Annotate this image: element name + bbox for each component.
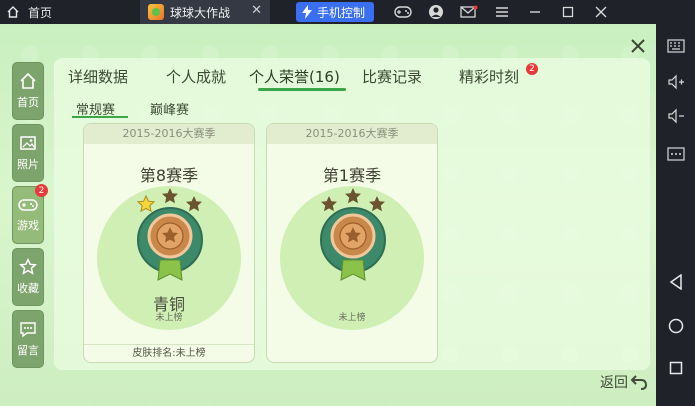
honor-card[interactable]: 2015-2016大赛季 第1赛季 未上榜: [266, 123, 438, 363]
user-icon: [428, 5, 443, 19]
card-header: 2015-2016大赛季: [84, 124, 254, 144]
card-skin-rank: 皮肤排名:未上榜: [84, 344, 254, 362]
maximize-button[interactable]: [551, 0, 584, 24]
home-icon: [20, 72, 36, 89]
nav-games[interactable]: 游戏 2: [12, 184, 48, 244]
tab-honors[interactable]: 个人荣誉(16): [249, 66, 340, 87]
keyboard-button[interactable]: [664, 34, 688, 58]
tab-close-icon[interactable]: ✕: [251, 3, 262, 18]
photo-icon: [20, 136, 36, 150]
card-season: 第1赛季: [322, 166, 382, 185]
card-season: 第8赛季: [139, 166, 199, 185]
bronze-medal-icon: [136, 188, 203, 281]
volume-down-icon: [668, 108, 684, 124]
recents-nav-button[interactable]: [664, 356, 688, 380]
phone-control-label: 手机控制: [317, 5, 366, 20]
home-tab[interactable]: 首页: [6, 0, 52, 24]
app-icon: [148, 4, 164, 20]
star-dim-icon: [369, 196, 385, 212]
back-label: 返回: [600, 375, 628, 391]
nav-favorites[interactable]: 收藏: [12, 248, 44, 306]
close-icon: [595, 6, 606, 18]
honor-card[interactable]: 2015-2016大赛季 第8赛季 青铜 未上榜 皮肤排名:未上榜: [83, 123, 255, 363]
back-button[interactable]: 返回: [600, 372, 648, 392]
star-icon: [19, 258, 37, 275]
more-button[interactable]: [664, 142, 688, 166]
card-status: 未上榜: [155, 313, 183, 323]
star-dim-icon: [321, 196, 337, 212]
nav-messages[interactable]: 留言: [12, 310, 44, 368]
keyboard-icon: [667, 39, 685, 53]
home-circle-icon: [668, 318, 684, 334]
panel-close-icon[interactable]: [628, 36, 648, 56]
nav-home[interactable]: 首页: [12, 62, 44, 120]
mail-button[interactable]: [452, 0, 485, 24]
game-screen: 首页 照片 游戏 2 收藏 留言 详细数据 个人成就 个人荣誉(16) 比赛记录…: [0, 24, 656, 406]
maximize-icon: [562, 6, 573, 18]
nav-games-label: 游戏: [17, 219, 39, 232]
star-lit-icon: [136, 194, 156, 213]
gamepad-button[interactable]: [386, 0, 419, 24]
back-nav-button[interactable]: [664, 270, 688, 294]
bronze-medal-icon: [320, 188, 386, 281]
mail-icon: [459, 5, 477, 18]
home-icon: [7, 6, 19, 18]
minimize-icon: [529, 11, 540, 13]
gamepad-icon: [18, 199, 38, 211]
tab-highlights[interactable]: 精彩时刻: [459, 66, 519, 87]
emulator-titlebar: 首页 球球大作战 ✕ 手机控制: [0, 0, 695, 24]
lightning-icon: [302, 5, 312, 19]
return-arrow-icon: [630, 375, 648, 390]
nav-photos[interactable]: 照片: [12, 124, 44, 182]
tab-match-records[interactable]: 比赛记录: [362, 66, 422, 87]
volume-up-icon: [668, 74, 684, 90]
app-tab-title: 球球大作战: [170, 5, 231, 20]
menu-icon: [495, 7, 508, 17]
tab-detailed-data[interactable]: 详细数据: [68, 66, 128, 87]
star-dim-icon: [345, 188, 361, 204]
active-tab-indicator: [258, 88, 346, 91]
more-icon: [667, 147, 685, 161]
star-dim-icon: [186, 196, 202, 212]
chat-icon: [20, 322, 36, 338]
home-tab-label: 首页: [28, 5, 53, 20]
back-triangle-icon: [669, 274, 682, 290]
star-dim-icon: [162, 188, 178, 204]
emulator-toolbar: [656, 24, 695, 406]
app-tab[interactable]: 球球大作战 ✕: [140, 0, 270, 24]
highlights-badge: 2: [526, 63, 538, 75]
active-subtab-indicator: [72, 116, 128, 118]
menu-button[interactable]: [485, 0, 518, 24]
card-status: 未上榜: [338, 313, 366, 323]
nav-home-label: 首页: [17, 96, 39, 109]
nav-games-badge: 2: [35, 184, 48, 197]
gamepad-icon: [393, 6, 412, 18]
nav-messages-label: 留言: [17, 344, 39, 357]
phone-control-button[interactable]: 手机控制: [296, 2, 374, 22]
account-button[interactable]: [419, 0, 452, 24]
close-window-button[interactable]: [584, 0, 617, 24]
subtab-peak[interactable]: 巅峰赛: [150, 99, 189, 118]
minimize-button[interactable]: [518, 0, 551, 24]
volume-up-button[interactable]: [664, 70, 688, 94]
nav-favorites-label: 收藏: [17, 282, 39, 295]
card-header: 2015-2016大赛季: [267, 124, 437, 144]
tab-achievements[interactable]: 个人成就: [166, 66, 226, 87]
nav-photos-label: 照片: [17, 158, 39, 171]
volume-down-button[interactable]: [664, 104, 688, 128]
recents-square-icon: [669, 361, 683, 375]
home-nav-button[interactable]: [664, 314, 688, 338]
